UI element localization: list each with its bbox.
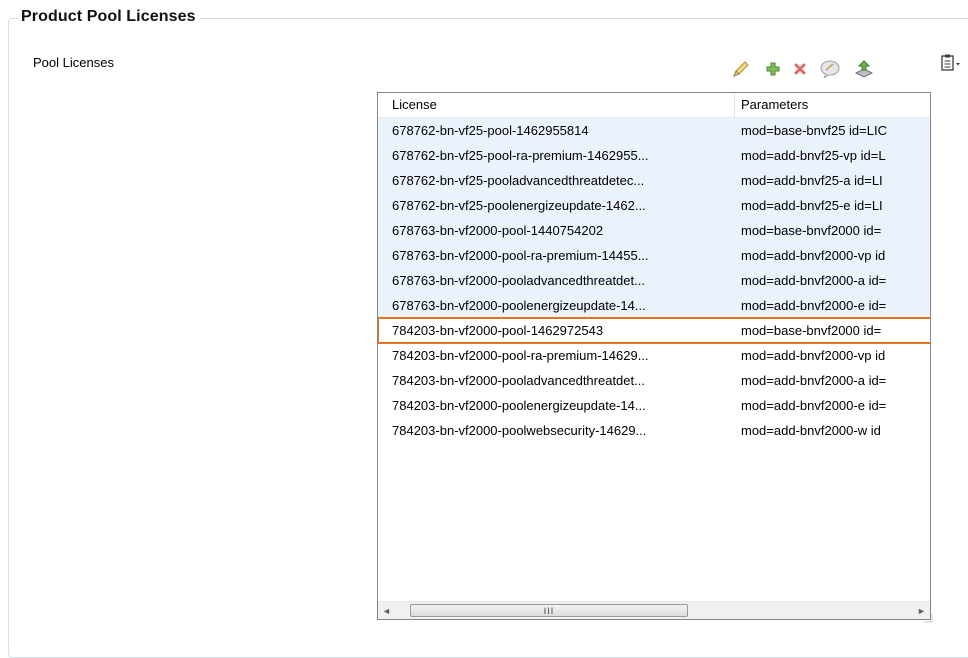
parameters-cell: mod=add-bnvf2000-vp id <box>741 348 886 363</box>
license-cell: 784203-bn-vf2000-pool-ra-premium-14629..… <box>392 348 649 363</box>
pencil-icon <box>733 61 749 77</box>
table-row[interactable]: 784203-bn-vf2000-poolwebsecurity-14629..… <box>378 418 930 443</box>
import-icon <box>854 60 874 78</box>
parameters-cell: mod=add-bnvf25-e id=LI <box>741 198 883 213</box>
resize-grip-icon[interactable] <box>921 611 933 623</box>
parameters-cell: mod=add-bnvf25-a id=LI <box>741 173 883 188</box>
horizontal-scrollbar[interactable]: ◄ III ► <box>378 601 930 619</box>
parameters-cell: mod=add-bnvf2000-a id= <box>741 373 887 388</box>
comment-button[interactable] <box>817 56 843 82</box>
scroll-thumb[interactable]: III <box>410 604 688 617</box>
scroll-left-arrow[interactable]: ◄ <box>378 602 395 619</box>
license-cell: 784203-bn-vf2000-poolwebsecurity-14629..… <box>392 423 647 438</box>
table-row[interactable]: 678762-bn-vf25-pool-1462955814 mod=base-b… <box>378 118 930 143</box>
parameters-cell: mod=base-bnvf25 id=LIC <box>741 123 887 138</box>
clipboard-menu-button[interactable] <box>938 50 964 76</box>
delete-button[interactable] <box>787 56 813 82</box>
table-row[interactable]: 678762-bn-vf25-poolenergizeupdate-1462..… <box>378 193 930 218</box>
license-cell: 678763-bn-vf2000-pooladvancedthreatdet..… <box>392 273 645 288</box>
parameters-cell: mod=add-bnvf2000-a id= <box>741 273 887 288</box>
table-row[interactable]: 784203-bn-vf2000-pool-ra-premium-14629..… <box>378 343 930 368</box>
parameters-cell: mod=add-bnvf2000-e id= <box>741 298 887 313</box>
add-button[interactable] <box>760 56 786 82</box>
pool-licenses-label: Pool Licenses <box>33 55 114 70</box>
license-cell: 784203-bn-vf2000-pool-1462972543 <box>392 323 604 338</box>
license-cell: 678762-bn-vf25-poolenergizeupdate-1462..… <box>392 198 646 213</box>
x-icon <box>794 63 806 75</box>
edit-button[interactable] <box>728 56 754 82</box>
table-row[interactable]: 678762-bn-vf25-pooladvancedthreatdetec..… <box>378 168 930 193</box>
table-row[interactable]: 784203-bn-vf2000-pool-1462972543 mod=base… <box>378 317 930 344</box>
table-row[interactable]: 678763-bn-vf2000-pool-ra-premium-14455..… <box>378 243 930 268</box>
license-cell: 678763-bn-vf2000-pool-1440754202 <box>392 223 604 238</box>
import-button[interactable] <box>851 56 877 82</box>
table-row[interactable]: 678763-bn-vf2000-pooladvancedthreatdet..… <box>378 268 930 293</box>
license-cell: 678762-bn-vf25-pool-ra-premium-1462955..… <box>392 148 649 163</box>
license-cell: 784203-bn-vf2000-pooladvancedthreatdet..… <box>392 373 645 388</box>
table-row[interactable]: 678762-bn-vf25-pool-ra-premium-1462955..… <box>378 143 930 168</box>
table-row[interactable]: 784203-bn-vf2000-pooladvancedthreatdet..… <box>378 368 930 393</box>
speech-bubble-icon <box>820 60 840 79</box>
list-header: License Parameters <box>378 93 930 118</box>
license-cell: 678763-bn-vf2000-pool-ra-premium-14455..… <box>392 248 649 263</box>
parameters-cell: mod=add-bnvf2000-vp id <box>741 248 886 263</box>
table-row[interactable]: 678763-bn-vf2000-pool-1440754202 mod=base… <box>378 218 930 243</box>
clipboard-dropdown-icon <box>941 54 960 71</box>
column-header-parameters[interactable]: Parameters <box>735 93 930 117</box>
parameters-cell: mod=add-bnvf2000-e id= <box>741 398 887 413</box>
parameters-cell: mod=base-bnvf2000 id= <box>741 223 882 238</box>
plus-icon <box>766 62 780 76</box>
license-list[interactable]: License Parameters 678762-bn-vf25-pool-1… <box>377 92 931 620</box>
parameters-cell: mod=add-bnvf25-vp id=L <box>741 148 886 163</box>
license-cell: 784203-bn-vf2000-poolenergizeupdate-14..… <box>392 398 646 413</box>
parameters-cell: mod=base-bnvf2000 id= <box>741 323 882 338</box>
parameters-cell: mod=add-bnvf2000-w id <box>741 423 881 438</box>
table-row[interactable]: 784203-bn-vf2000-poolenergizeupdate-14..… <box>378 393 930 418</box>
license-cell: 678763-bn-vf2000-poolenergizeupdate-14..… <box>392 298 646 313</box>
list-body: 678762-bn-vf25-pool-1462955814 mod=base-b… <box>378 118 930 443</box>
license-cell: 678762-bn-vf25-pooladvancedthreatdetec..… <box>392 173 645 188</box>
group-title: Product Pool Licenses <box>17 8 200 26</box>
license-cell: 678762-bn-vf25-pool-1462955814 <box>392 123 589 138</box>
table-row[interactable]: 678763-bn-vf2000-poolenergizeupdate-14..… <box>378 293 930 318</box>
column-header-license[interactable]: License <box>378 93 735 117</box>
